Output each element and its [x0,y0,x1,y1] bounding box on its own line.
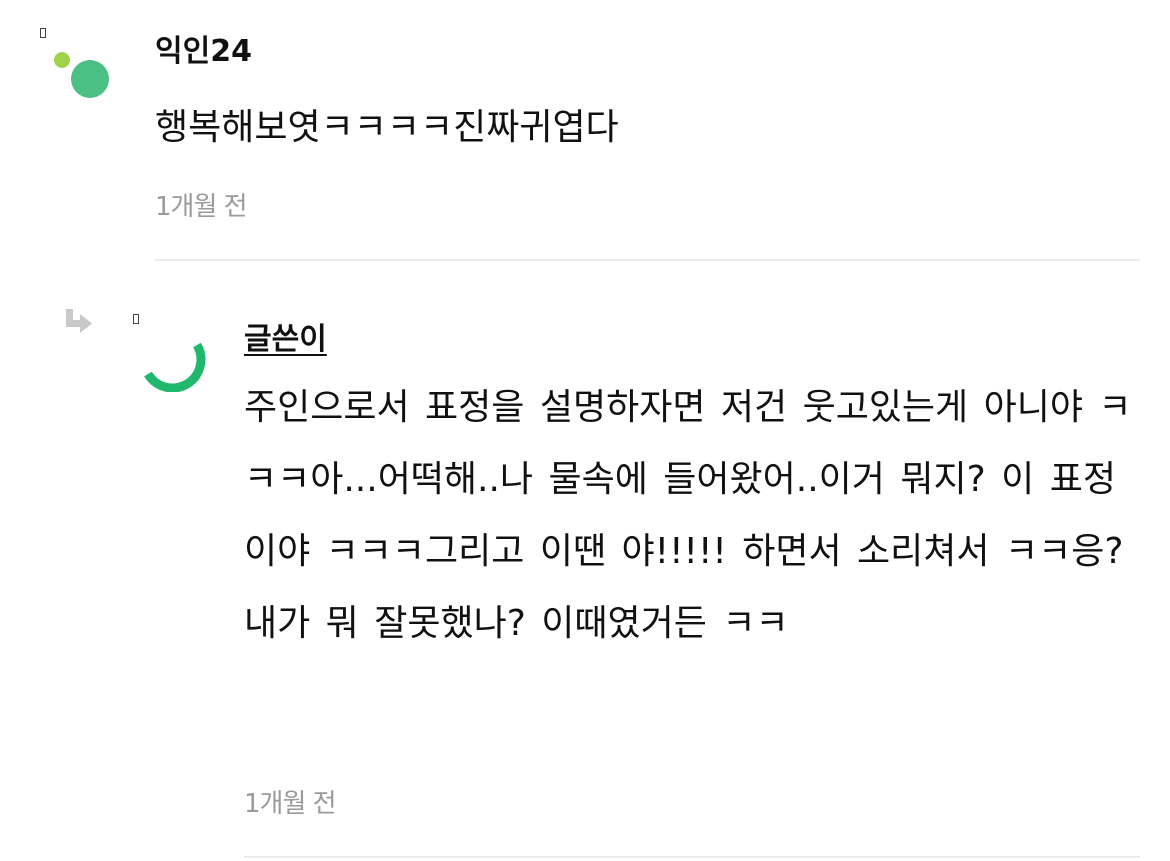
comment-author-link[interactable]: 글쓴이 [244,314,327,358]
avatar [144,342,206,392]
divider [244,856,1140,858]
divider [155,259,1140,261]
reply-arrow-icon [66,309,92,333]
comment-text: 주인으로서 표정을 설명하자면 저건 웃고있는게 아니야 ㅋㅋㅋ아...어떡해.… [244,387,1132,644]
comment-author[interactable]: 익인24 [155,26,252,70]
comment-text: 행복해보엿ㅋㅋㅋㅋ진짜귀엽다 [155,107,619,148]
reply-comment-item: 글쓴이 주인으로서 표정을 설명하자면 저건 웃고있는게 아니야 ㅋㅋㅋ아...… [0,262,1170,861]
comment-timestamp: 1개월 전 [155,192,248,222]
avatar [54,52,109,98]
comment-timestamp: 1개월 전 [244,789,337,819]
image-marker-icon [40,28,46,38]
comment-item: 익인24 행복해보엿ㅋㅋㅋㅋ진짜귀엽다 1개월 전 [0,0,1170,262]
